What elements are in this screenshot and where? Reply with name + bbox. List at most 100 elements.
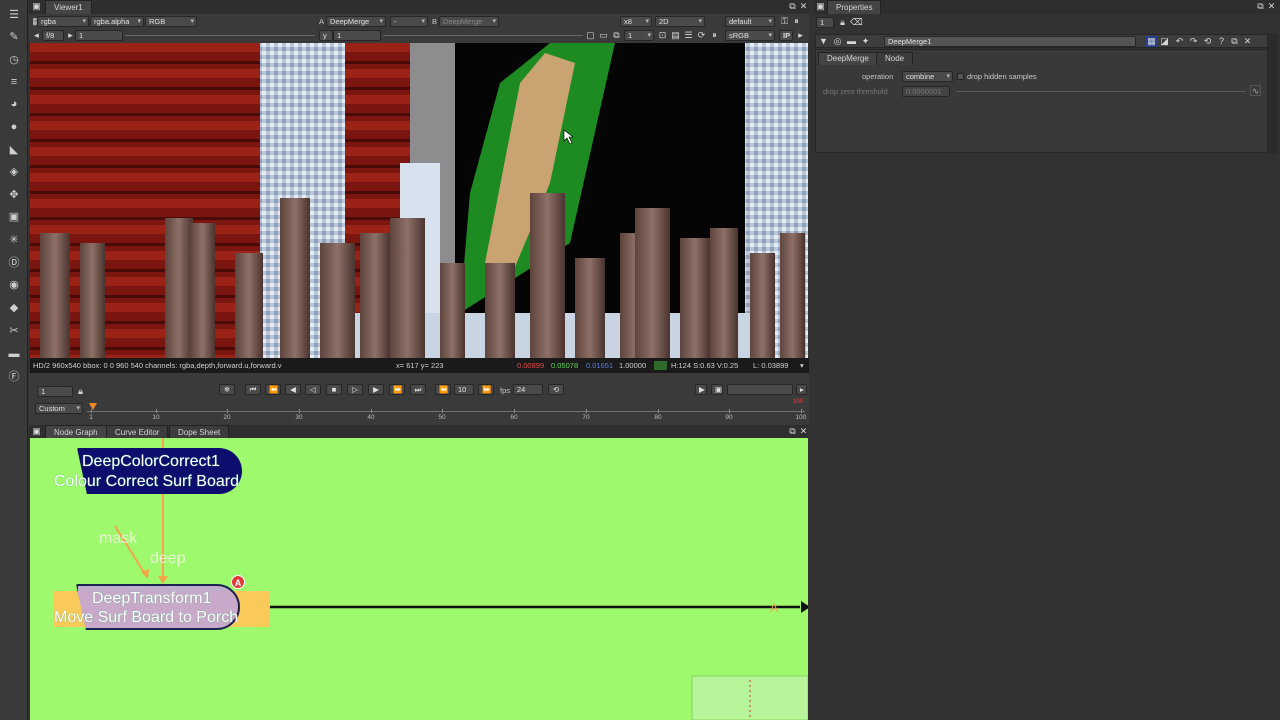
display-dropdown[interactable]: RGB xyxy=(145,16,197,27)
grid-icon[interactable]: ☰ xyxy=(683,30,694,41)
gain-slider[interactable] xyxy=(125,35,315,36)
close-icon[interactable]: ✕ xyxy=(1266,1,1277,12)
collapse-icon[interactable]: ▼ xyxy=(818,36,829,47)
first-frame-icon[interactable]: ⏮ xyxy=(245,384,261,395)
float-pane-icon[interactable]: ⧉ xyxy=(1255,1,1266,12)
close-panel-icon[interactable]: ✕ xyxy=(1242,36,1253,47)
help-icon[interactable]: ? xyxy=(1216,36,1227,47)
pane-menu-icon[interactable]: ▣ xyxy=(31,426,42,437)
channel-icon[interactable]: ≡ xyxy=(5,73,23,91)
stop-icon[interactable]: ■ xyxy=(326,384,342,395)
proxy-icon[interactable]: ⧉ xyxy=(611,30,622,41)
skip-forward-icon[interactable]: ⏩ xyxy=(478,384,494,395)
clear-panels-icon[interactable]: ⌫ xyxy=(850,17,863,28)
info-menu-icon[interactable]: ▾ xyxy=(800,358,804,373)
clipping-icon[interactable]: ▭ xyxy=(598,30,609,41)
drop-hidden-checkbox[interactable] xyxy=(957,73,964,80)
fps-field[interactable]: 24 xyxy=(513,384,543,395)
close-icon[interactable]: ✕ xyxy=(798,426,809,437)
play-backward-icon[interactable]: ◀ xyxy=(285,384,301,395)
next-frame-icon[interactable]: ▷ xyxy=(347,384,363,395)
input-b-dropdown[interactable]: DeepMerge xyxy=(439,16,499,27)
layer-dropdown[interactable]: rgba.alpha xyxy=(90,16,144,27)
float-pane-icon[interactable]: ⧉ xyxy=(787,1,798,12)
transform-icon[interactable]: ✥ xyxy=(5,186,23,204)
tab-properties[interactable]: Properties xyxy=(827,0,882,14)
lock-icon[interactable]: ⚿ xyxy=(779,16,790,27)
close-icon[interactable]: ✕ xyxy=(798,1,809,12)
threshold-slider[interactable] xyxy=(956,91,1246,92)
redo-icon[interactable]: ↷ xyxy=(1188,36,1199,47)
channel-view-icon[interactable]: ▤ xyxy=(670,30,681,41)
info-icon[interactable]: ▸ xyxy=(795,30,806,41)
composite-dropdown[interactable]: - xyxy=(390,16,428,27)
time-icon[interactable]: ◷ xyxy=(5,51,23,69)
node-color-icon[interactable]: ▬ xyxy=(846,36,857,47)
pane-menu-icon[interactable]: ▣ xyxy=(31,1,42,12)
gl-color-icon[interactable]: ◪ xyxy=(1159,36,1170,47)
color-icon[interactable]: ◕ xyxy=(5,95,23,113)
tab-viewer1[interactable]: Viewer1 xyxy=(45,0,92,14)
tab-deepmerge[interactable]: DeepMerge xyxy=(818,52,878,65)
threshold-field[interactable]: 0.0000001 xyxy=(902,86,950,97)
toolsets-icon[interactable]: ✂ xyxy=(5,322,23,340)
timeline[interactable]: 1 10 20 30 40 50 60 70 80 90 100 100 xyxy=(87,399,806,423)
draw-icon[interactable]: ◣ xyxy=(5,141,23,159)
next-keyframe-icon[interactable]: ⏩ xyxy=(389,384,405,395)
snowflake-icon[interactable]: ❄ xyxy=(219,384,235,395)
pause-update-icon[interactable]: ⏸ xyxy=(709,30,720,41)
node-tile-color-icon[interactable]: ▦ xyxy=(1146,36,1157,47)
operation-dropdown[interactable]: combine xyxy=(902,71,953,82)
pause-icon[interactable]: ⏸ xyxy=(791,16,802,27)
prev-keyframe-icon[interactable]: ⏪ xyxy=(265,384,281,395)
lock-frame-icon[interactable]: 🔒︎ xyxy=(75,386,86,397)
deep-icon[interactable]: Ⓓ xyxy=(5,254,23,272)
refresh-icon[interactable]: ⟳ xyxy=(696,30,707,41)
gain-field[interactable]: f/8 xyxy=(42,30,64,41)
gain-toggle-icon[interactable]: ◂ xyxy=(31,30,42,41)
range-mode-dropdown[interactable]: Custom xyxy=(35,403,83,414)
gamma-value[interactable]: 1 xyxy=(333,30,381,41)
viewer-input-badge[interactable]: A xyxy=(231,575,245,589)
center-node-icon[interactable]: ◎ xyxy=(832,36,843,47)
3d-icon[interactable]: ▣ xyxy=(5,208,23,226)
layers-icon[interactable]: ◈ xyxy=(5,163,23,181)
channels-dropdown[interactable]: rgba xyxy=(37,16,89,27)
float-panel-icon[interactable]: ⧉ xyxy=(1229,36,1240,47)
gain-value[interactable]: 1 xyxy=(75,30,123,41)
roi-icon[interactable]: ▢ xyxy=(585,30,596,41)
play-forward-icon[interactable]: ▶ xyxy=(368,384,384,395)
loop-icon[interactable]: ⟲ xyxy=(548,384,564,395)
tab-node-graph[interactable]: Node Graph xyxy=(45,425,107,438)
gamma-slider[interactable] xyxy=(383,35,583,36)
lock-panels-icon[interactable]: 🔒︎ xyxy=(837,17,848,28)
furnace-icon[interactable]: Ⓕ xyxy=(5,368,23,386)
undo-icon[interactable]: ↶ xyxy=(1174,36,1185,47)
animation-curve-icon[interactable]: ∿ xyxy=(1250,85,1261,96)
max-panels-field[interactable]: 1 xyxy=(816,17,834,28)
tab-node[interactable]: Node xyxy=(876,52,914,65)
properties-scrollbar[interactable] xyxy=(1267,34,1278,154)
downscale-dropdown[interactable]: 1 xyxy=(624,30,654,41)
overlay-icon[interactable]: ⊡ xyxy=(657,30,668,41)
tab-curve-editor[interactable]: Curve Editor xyxy=(106,425,169,438)
node-settings-icon[interactable]: ✦ xyxy=(860,36,871,47)
pane-menu-icon[interactable]: ▣ xyxy=(815,1,826,12)
viewer-image[interactable] xyxy=(30,43,808,358)
input-a-dropdown[interactable]: DeepMerge xyxy=(326,16,386,27)
paint-icon[interactable]: ✎ xyxy=(5,28,23,46)
views-icon[interactable]: ◉ xyxy=(5,276,23,294)
node-graph[interactable]: DeepColorCorrect1 Colour Correct Surf Bo… xyxy=(30,438,808,720)
prev-frame-icon[interactable]: ◁ xyxy=(305,384,321,395)
playhead-marker[interactable] xyxy=(89,403,97,410)
skip-back-icon[interactable]: ⏪ xyxy=(435,384,451,395)
step-frames-field[interactable]: 10 xyxy=(454,384,474,395)
in-point-icon[interactable]: ▶ xyxy=(695,384,707,395)
last-frame-icon[interactable]: ⏭ xyxy=(410,384,426,395)
float-pane-icon[interactable]: ⧉ xyxy=(787,426,798,437)
tab-dope-sheet[interactable]: Dope Sheet xyxy=(169,425,230,438)
ip-button[interactable]: IP xyxy=(779,30,793,41)
pane-menu-icon[interactable]: ☰ xyxy=(5,6,23,24)
revert-icon[interactable]: ⟲ xyxy=(1202,36,1213,47)
out-point-icon[interactable]: ▣ xyxy=(711,384,723,395)
